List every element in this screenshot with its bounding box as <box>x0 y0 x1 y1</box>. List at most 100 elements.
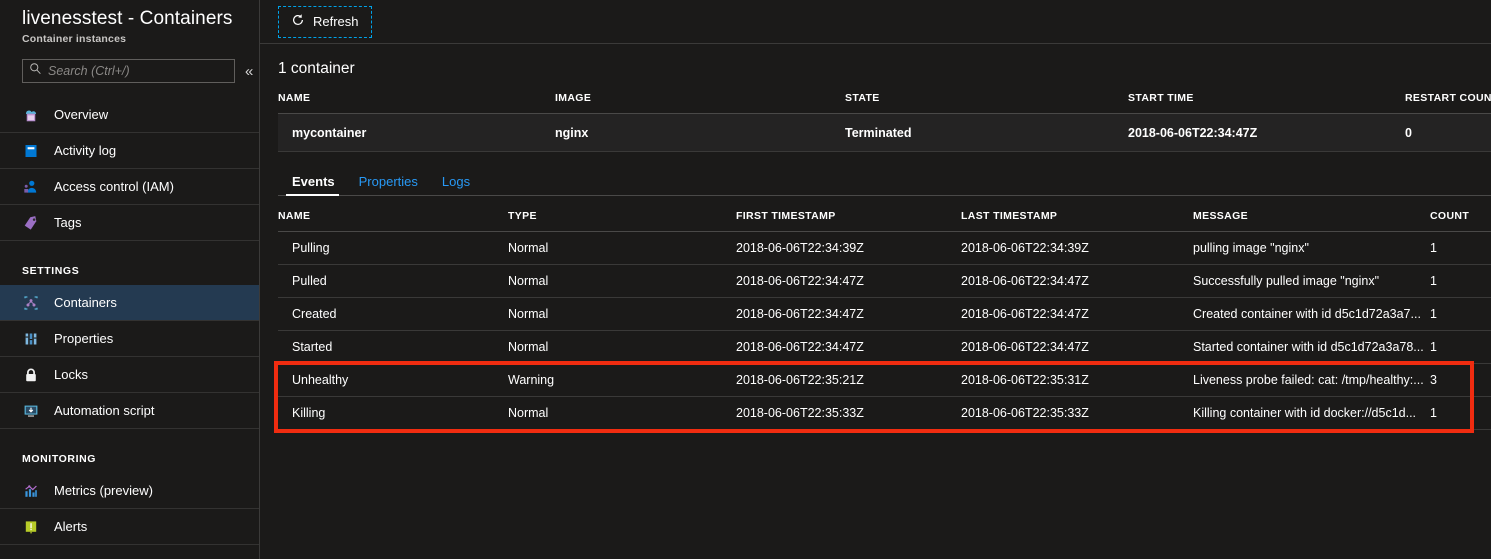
cell-first-timestamp: 2018-06-06T22:35:21Z <box>736 363 961 397</box>
cell-last-timestamp: 2018-06-06T22:34:47Z <box>961 264 1193 298</box>
cell-container-start-time: 2018-06-06T22:34:47Z <box>1128 113 1405 152</box>
table-row[interactable]: Started Normal 2018-06-06T22:34:47Z 2018… <box>278 330 1491 364</box>
tab-logs[interactable]: Logs <box>430 175 482 195</box>
cell-event-type: Normal <box>508 396 736 430</box>
cell-first-timestamp: 2018-06-06T22:34:47Z <box>736 297 961 331</box>
table-row[interactable]: mycontainer nginx Terminated 2018-06-06T… <box>278 113 1491 152</box>
sidebar-item-alerts[interactable]: Alerts <box>0 509 259 545</box>
col-header-name[interactable]: NAME <box>278 78 555 114</box>
sidebar-item-automation-script[interactable]: Automation script <box>0 393 259 429</box>
cell-first-timestamp: 2018-06-06T22:35:33Z <box>736 396 961 430</box>
blade-content: Refresh 1 container NAME IMAGE STATE STA… <box>260 0 1491 559</box>
sidebar-nav: Overview Activity log Access control (IA… <box>0 97 259 545</box>
sidebar-item-label: Automation script <box>54 403 155 418</box>
events-panel: NAME TYPE FIRST TIMESTAMP LAST TIMESTAMP… <box>260 196 1491 430</box>
col-header-restart-count[interactable]: RESTART COUNT <box>1405 78 1491 114</box>
search-box[interactable] <box>22 59 235 83</box>
sidebar-item-access-control[interactable]: Access control (IAM) <box>0 169 259 205</box>
sidebar-item-locks[interactable]: Locks <box>0 357 259 393</box>
sidebar-item-containers[interactable]: Containers <box>0 285 259 321</box>
events-table-head: NAME TYPE FIRST TIMESTAMP LAST TIMESTAMP… <box>278 196 1491 232</box>
sidebar-item-overview[interactable]: Overview <box>0 97 259 133</box>
sidebar-item-activity-log[interactable]: Activity log <box>0 133 259 169</box>
cell-event-name: Created <box>278 297 508 331</box>
events-header-row: NAME TYPE FIRST TIMESTAMP LAST TIMESTAMP… <box>278 196 1491 232</box>
table-row[interactable]: Unhealthy Warning 2018-06-06T22:35:21Z 2… <box>278 363 1491 397</box>
sidebar-item-label: Metrics (preview) <box>54 483 153 498</box>
cell-last-timestamp: 2018-06-06T22:34:39Z <box>961 231 1193 265</box>
refresh-icon <box>291 13 305 30</box>
cell-event-type: Warning <box>508 363 736 397</box>
col-header-start-time[interactable]: START TIME <box>1128 78 1405 114</box>
lock-icon <box>22 366 40 384</box>
cell-last-timestamp: 2018-06-06T22:35:31Z <box>961 363 1193 397</box>
table-row[interactable]: Pulling Normal 2018-06-06T22:34:39Z 2018… <box>278 231 1491 265</box>
collapse-sidebar-icon[interactable]: « <box>245 64 253 79</box>
search-input[interactable] <box>48 64 228 78</box>
page-title: livenesstest - Containers <box>22 8 233 29</box>
cell-message: Liveness probe failed: cat: /tmp/healthy… <box>1193 363 1430 397</box>
sidebar-item-metrics[interactable]: Metrics (preview) <box>0 473 259 509</box>
cell-count: 1 <box>1430 231 1491 265</box>
cell-message: Successfully pulled image "nginx" <box>1193 264 1430 298</box>
table-row[interactable]: Created Normal 2018-06-06T22:34:47Z 2018… <box>278 297 1491 331</box>
cell-container-state: Terminated <box>845 113 1128 152</box>
tag-icon <box>22 214 40 232</box>
container-count-label: 1 container <box>278 60 355 77</box>
events-table: NAME TYPE FIRST TIMESTAMP LAST TIMESTAMP… <box>278 196 1491 430</box>
table-row[interactable]: Killing Normal 2018-06-06T22:35:33Z 2018… <box>278 396 1491 430</box>
cell-event-name: Pulling <box>278 231 508 265</box>
azure-portal-blade: livenesstest - Containers Container inst… <box>0 0 1491 559</box>
sidebar-item-label: Containers <box>54 295 117 310</box>
cell-event-name: Pulled <box>278 264 508 298</box>
sidebar-section-monitoring: MONITORING <box>22 453 97 465</box>
sidebar-item-label: Properties <box>54 331 114 346</box>
refresh-button[interactable]: Refresh <box>278 5 372 38</box>
col-header-count[interactable]: COUNT <box>1430 196 1491 232</box>
cell-message: Started container with id d5c1d72a3a78..… <box>1193 330 1430 364</box>
cell-container-restart-count: 0 <box>1405 113 1491 152</box>
automation-script-icon <box>22 402 40 420</box>
sidebar-item-properties[interactable]: Properties <box>0 321 259 357</box>
cell-event-type: Normal <box>508 330 736 364</box>
sidebar-item-label: Access control (IAM) <box>54 179 174 194</box>
activity-log-icon <box>22 142 40 160</box>
tab-events[interactable]: Events <box>278 175 347 196</box>
col-header-event-type[interactable]: TYPE <box>508 196 736 232</box>
table-row[interactable]: Pulled Normal 2018-06-06T22:34:47Z 2018-… <box>278 264 1491 298</box>
cell-count: 1 <box>1430 396 1491 430</box>
cell-count: 1 <box>1430 330 1491 364</box>
overview-cloud-icon <box>22 106 40 124</box>
cell-first-timestamp: 2018-06-06T22:34:47Z <box>736 330 961 364</box>
cell-first-timestamp: 2018-06-06T22:34:47Z <box>736 264 961 298</box>
sidebar-item-label: Activity log <box>54 143 117 158</box>
search-icon <box>29 62 42 80</box>
col-header-state[interactable]: STATE <box>845 78 1128 114</box>
cell-message: Created container with id d5c1d72a3a7... <box>1193 297 1430 331</box>
col-header-first-timestamp[interactable]: FIRST TIMESTAMP <box>736 196 961 232</box>
col-header-event-name[interactable]: NAME <box>278 196 508 232</box>
containers-icon <box>22 294 40 312</box>
tab-properties[interactable]: Properties <box>347 175 430 195</box>
alerts-warning-icon <box>22 518 40 536</box>
col-header-image[interactable]: IMAGE <box>555 78 845 114</box>
command-bar: Refresh <box>260 0 1491 44</box>
containers-table: NAME IMAGE STATE START TIME RESTART COUN… <box>278 78 1491 152</box>
col-header-message[interactable]: MESSAGE <box>1193 196 1430 232</box>
cell-first-timestamp: 2018-06-06T22:34:39Z <box>736 231 961 265</box>
cell-container-name: mycontainer <box>278 113 555 152</box>
sidebar-search-row: « <box>22 59 259 83</box>
cell-last-timestamp: 2018-06-06T22:35:33Z <box>961 396 1193 430</box>
sidebar-item-label: Overview <box>54 107 109 122</box>
containers-table-head: NAME IMAGE STATE START TIME RESTART COUN… <box>278 78 1491 114</box>
sidebar-item-label: Locks <box>54 367 88 382</box>
cell-container-image: nginx <box>555 113 845 152</box>
col-header-last-timestamp[interactable]: LAST TIMESTAMP <box>961 196 1193 232</box>
cell-count: 1 <box>1430 264 1491 298</box>
page-subtitle: Container instances <box>22 33 127 45</box>
sidebar-item-tags[interactable]: Tags <box>0 205 259 241</box>
containers-table-body: mycontainer nginx Terminated 2018-06-06T… <box>278 113 1491 152</box>
sidebar-section-settings: SETTINGS <box>22 265 80 277</box>
